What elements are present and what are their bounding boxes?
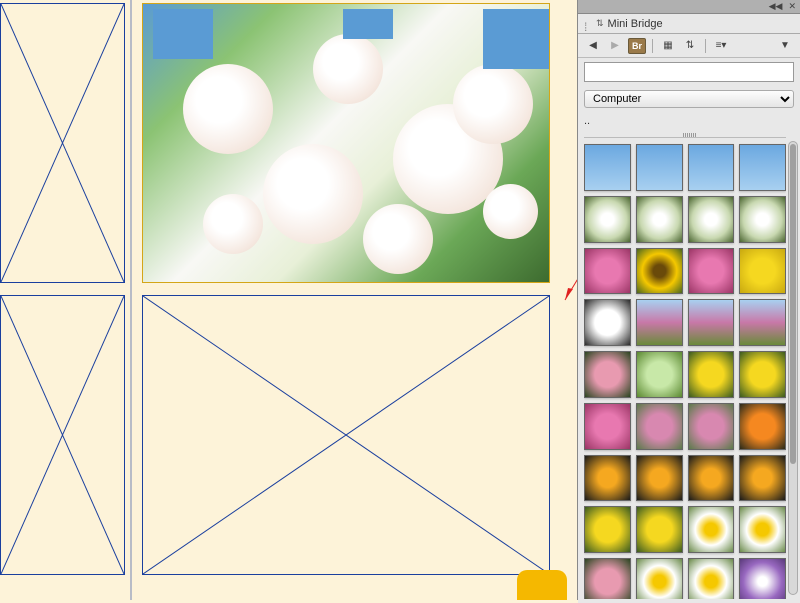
thumbnail[interactable]: [688, 506, 735, 553]
thumbnail[interactable]: [584, 506, 631, 553]
thumbnail[interactable]: [739, 403, 786, 450]
bridge-button[interactable]: Br: [628, 38, 646, 54]
scrollbar-thumb[interactable]: [790, 144, 796, 464]
thumbnail[interactable]: [739, 558, 786, 599]
tab-grip-icon: [584, 20, 592, 28]
sort-button[interactable]: ⇅: [681, 38, 699, 54]
thumbnail[interactable]: [739, 144, 786, 191]
search-input[interactable]: [584, 62, 794, 82]
thumbnail[interactable]: [688, 196, 735, 243]
thumbnail[interactable]: [636, 144, 683, 191]
thumbnail[interactable]: [739, 506, 786, 553]
toolbar-separator: [652, 39, 653, 53]
thumbnail[interactable]: [584, 196, 631, 243]
page-corner-curl[interactable]: [517, 570, 567, 600]
thumbnail[interactable]: [739, 299, 786, 346]
scrollbar[interactable]: [788, 141, 798, 595]
thumbnail[interactable]: [739, 196, 786, 243]
thumbnail[interactable]: [636, 196, 683, 243]
image-frame-empty[interactable]: [0, 3, 125, 283]
thumbnail[interactable]: [688, 351, 735, 398]
thumbnail-grid: [584, 137, 786, 599]
placed-image[interactable]: [143, 4, 549, 282]
thumbnail[interactable]: [636, 506, 683, 553]
thumbnail[interactable]: [584, 455, 631, 502]
canvas-area[interactable]: [0, 0, 577, 600]
thumbnail[interactable]: [584, 351, 631, 398]
panel-title: Mini Bridge: [608, 18, 663, 30]
thumbnail[interactable]: [636, 248, 683, 295]
thumbnail[interactable]: [688, 403, 735, 450]
thumbnail[interactable]: [688, 455, 735, 502]
panel-window-controls: ◀◀ ✕: [578, 0, 800, 14]
thumbnail[interactable]: [584, 558, 631, 599]
collapse-icon[interactable]: ◀◀: [769, 1, 783, 12]
thumbnail-grid-area: [578, 133, 800, 603]
thumbnail[interactable]: [739, 248, 786, 295]
thumbnail[interactable]: [584, 248, 631, 295]
image-frame-empty[interactable]: [142, 295, 550, 575]
thumbnail[interactable]: [636, 403, 683, 450]
menu-button[interactable]: ≡▾: [712, 38, 730, 54]
thumbnail[interactable]: [688, 248, 735, 295]
toolbar-separator: [705, 39, 706, 53]
path-row[interactable]: ..: [578, 112, 800, 133]
thumbnail[interactable]: [688, 558, 735, 599]
close-icon[interactable]: ✕: [788, 1, 796, 12]
view-grid-button[interactable]: ▦: [659, 38, 677, 54]
scope-row: Computer: [578, 86, 800, 112]
nav-back-button[interactable]: ◀: [584, 38, 602, 54]
search-row: 🔍: [578, 58, 800, 86]
mini-bridge-toolbar: ◀ ▶ Br ▦ ⇅ ≡▾ ▼: [578, 34, 800, 58]
thumbnail[interactable]: [584, 299, 631, 346]
sort-arrows-icon: ⇅: [596, 18, 604, 29]
thumbnail[interactable]: [636, 299, 683, 346]
page-divider: [130, 0, 132, 600]
mini-bridge-panel: ◀◀ ✕ ⇅ Mini Bridge ◀ ▶ Br ▦ ⇅ ≡▾ ▼ 🔍 Com…: [577, 0, 800, 600]
thumbnail[interactable]: [584, 144, 631, 191]
thumbnail[interactable]: [584, 403, 631, 450]
image-frame-filled[interactable]: [142, 3, 550, 283]
filter-icon[interactable]: ▼: [776, 38, 794, 54]
thumbnail[interactable]: [636, 351, 683, 398]
thumbnail[interactable]: [688, 144, 735, 191]
thumbnail[interactable]: [739, 351, 786, 398]
thumbnail[interactable]: [688, 299, 735, 346]
thumbnail[interactable]: [636, 558, 683, 599]
panel-tab-bar[interactable]: ⇅ Mini Bridge: [578, 14, 800, 34]
scope-dropdown[interactable]: Computer: [584, 90, 794, 108]
thumbnail[interactable]: [739, 455, 786, 502]
image-frame-empty[interactable]: [0, 295, 125, 575]
nav-forward-button[interactable]: ▶: [606, 38, 624, 54]
thumbnail[interactable]: [636, 455, 683, 502]
